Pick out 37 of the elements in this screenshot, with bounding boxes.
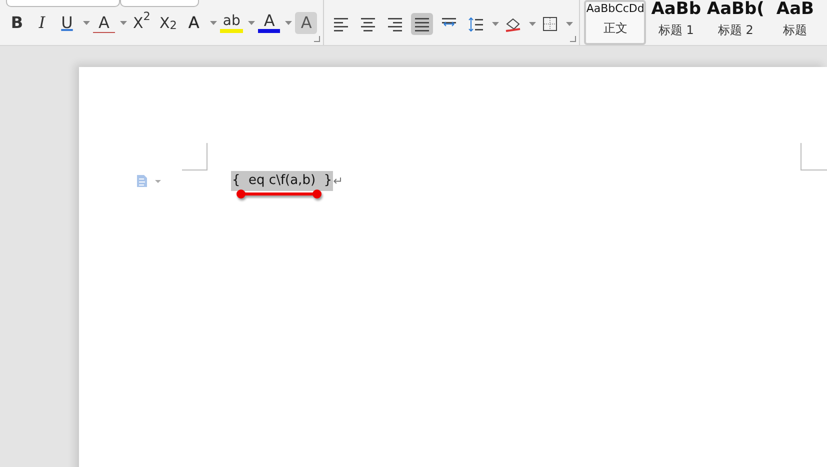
style-name: 正文 xyxy=(603,20,628,37)
paragraph-mark: ↵ xyxy=(333,172,344,190)
dialog-launcher-icon[interactable] xyxy=(314,36,320,42)
paint-bucket-icon xyxy=(505,16,522,32)
character-shading-button[interactable]: A xyxy=(295,12,318,34)
style-name: 标题 1 xyxy=(658,22,694,39)
italic-button[interactable]: I xyxy=(31,12,53,34)
justify-icon xyxy=(414,16,430,32)
style-preview: AaBb xyxy=(651,1,702,18)
borders-icon xyxy=(542,16,558,32)
line-spacing-icon xyxy=(468,16,484,32)
style-name: 标题 xyxy=(783,22,808,39)
subscript-button[interactable]: X$_{2}$ xyxy=(156,12,180,34)
dialog-launcher-icon[interactable] xyxy=(570,36,576,42)
align-right-icon xyxy=(387,16,404,32)
underline-button[interactable]: U xyxy=(56,12,78,34)
text-effect-button[interactable]: A xyxy=(182,12,205,34)
strikethrough-button[interactable]: A xyxy=(93,14,115,32)
justify-button[interactable] xyxy=(411,13,434,35)
margin-corner-mark xyxy=(182,143,208,171)
margin-corner-mark xyxy=(800,143,827,171)
style-preview: AaBb( xyxy=(706,1,764,18)
style-preview: AaB xyxy=(776,1,814,18)
style-gallery-item[interactable]: AaBbCcDd 正文 xyxy=(584,0,646,45)
highlight-button[interactable]: ab xyxy=(220,13,244,33)
style-gallery-item[interactable]: AaBb( 标题 2 xyxy=(706,0,766,45)
style-gallery-item[interactable]: AaB 标题 xyxy=(767,0,823,45)
bold-button[interactable]: B xyxy=(6,12,28,34)
style-name: 标题 2 xyxy=(718,22,754,39)
style-gallery-item[interactable]: AaBb 标题 1 xyxy=(648,0,704,45)
style-preview: AaBbCcDd xyxy=(586,2,644,16)
align-left-icon xyxy=(333,16,350,32)
superscript-button[interactable]: X$^{2}$ xyxy=(130,12,154,34)
font-name-field[interactable] xyxy=(6,0,120,7)
align-center-icon xyxy=(360,16,376,32)
font-size-field[interactable] xyxy=(120,0,199,7)
font-color-button[interactable]: A xyxy=(258,13,280,33)
